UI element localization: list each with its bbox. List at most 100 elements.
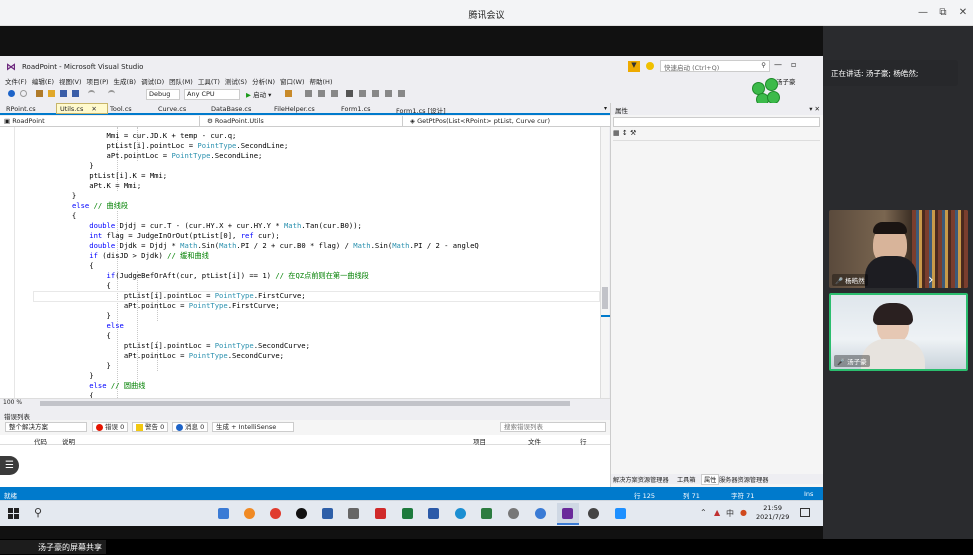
visual-studio-icon[interactable] [562,508,573,519]
redo-icon[interactable] [108,90,115,97]
word-icon[interactable] [428,508,439,519]
code-line[interactable]: ptList[i].pointLoc = PointType.SecondLin… [20,141,289,151]
code-line[interactable]: else // 圆曲线 [20,381,145,391]
undo-icon[interactable] [88,90,95,97]
editor-vertical-scrollbar[interactable] [600,127,610,398]
code-line[interactable]: Mmi = cur.JD.K + temp - cur.q; [20,131,237,141]
code-line[interactable]: else [20,321,124,331]
code-line[interactable]: { [20,391,93,398]
member-nav-select[interactable]: ◈ GetPtPos(List<RPoint> ptList, Curve cu… [406,116,610,126]
save-icon[interactable] [60,90,67,97]
vs-minimize-icon[interactable]: — [774,60,782,69]
class-nav-select[interactable]: ⚙ RoadPoint.Utils [203,116,403,126]
tray-antivirus-icon[interactable]: ● [740,508,747,517]
taskbar-app-icon[interactable] [322,508,333,519]
code-line[interactable]: double Djdj = cur.T - (cur.HY.X + cur.HY… [20,221,362,231]
code-line[interactable]: { [20,261,93,271]
code-line[interactable]: aPt.pointLoc = PointType.SecondLine; [20,151,263,161]
chevron-right-icon[interactable]: › [928,272,934,288]
search-icon[interactable]: ⚲ [34,506,42,519]
toolbar-icon-a[interactable] [305,90,312,97]
back-icon[interactable] [8,90,15,97]
menu-edit[interactable]: 编辑(E) [32,76,54,86]
menu-test[interactable]: 测试(S) [225,76,247,86]
errors-filter-button[interactable]: 错误 0 [92,422,129,432]
code-line[interactable]: int flag = JudgeInOrOut(ptList[0], ref c… [20,231,279,241]
taskbar-app-icon[interactable] [508,508,519,519]
meeting-menu-icon[interactable]: ☰ [0,456,19,475]
menu-project[interactable]: 项目(P) [87,76,109,86]
menu-view[interactable]: 视图(V) [59,76,82,86]
code-line[interactable]: } [20,191,76,201]
tab-toolbox[interactable]: 工具箱 [677,475,696,484]
menu-tools[interactable]: 工具(T) [198,76,220,86]
tab-tool[interactable]: Tool.cs [107,104,135,114]
code-line[interactable]: } [20,311,111,321]
new-project-icon[interactable] [36,90,43,97]
toolbar-icon-e[interactable] [372,90,379,97]
edge-icon[interactable] [455,508,466,519]
notification-icon[interactable] [646,62,654,70]
system-clock[interactable]: 21:59 2021/7/29 [756,504,789,522]
tab-utils[interactable]: Utils.cs ✕ [56,103,108,114]
code-line[interactable]: if (disJD > Djdk) // 缓和曲线 [20,251,209,261]
restore-icon[interactable]: ⧉ [937,7,949,18]
alphabetical-icon[interactable]: ↕ [622,129,628,137]
forward-icon[interactable] [20,90,27,97]
code-editor[interactable]: Mmi = cur.JD.K + temp - cur.q; ptList[i]… [0,127,600,398]
close-icon[interactable]: ✕ [957,7,969,18]
toolbar-icon-d[interactable] [359,90,366,97]
quick-launch-input[interactable]: 快速启动 (Ctrl+Q) ⚲ [660,60,770,72]
toolbar-icon-c[interactable] [331,90,338,97]
menu-window[interactable]: 窗口(W) [280,76,305,86]
zoom-level[interactable]: 100 % [3,399,22,406]
save-all-icon[interactable] [72,90,79,97]
close-tab-icon[interactable]: ✕ [91,105,96,113]
warnings-filter-button[interactable]: 警告 0 [132,422,169,432]
minimize-icon[interactable]: — [917,7,929,18]
notification-center-icon[interactable] [800,508,810,517]
code-line[interactable]: { [20,211,76,221]
filter-icon[interactable]: ▼ [628,61,640,72]
properties-object-select[interactable] [613,117,820,127]
menu-file[interactable]: 文件(F) [5,76,27,86]
toolbar-icon-b[interactable] [318,90,325,97]
taskbar-app-icon[interactable] [535,508,546,519]
code-line[interactable]: { [20,281,111,291]
wrench-icon[interactable]: ⚒ [630,129,636,137]
solution-config-select[interactable]: Debug [146,89,180,100]
taskbar-search-app-icon[interactable] [244,508,255,519]
code-line[interactable]: if(JudgeBefOrAft(cur, ptList[i]) == 1) /… [20,271,369,281]
taskbar-app-icon[interactable] [588,508,599,519]
toolbar-icon-g[interactable] [398,90,405,97]
horizontal-scroll-thumb[interactable] [40,401,570,406]
messages-filter-button[interactable]: 消息 0 [172,422,209,432]
tab-form1-designer[interactable]: Form1.cs [设计] [393,104,449,116]
video-tile-participant-1[interactable]: 🎤 杨皓然 [829,210,968,288]
menu-team[interactable]: 团队(M) [169,76,193,86]
tab-server-explorer[interactable]: 服务器资源管理器 [719,475,769,484]
tab-curve[interactable]: Curve.cs [155,104,189,114]
toolbar-icon-f[interactable] [385,90,392,97]
menu-build[interactable]: 生成(B) [114,76,137,86]
tab-database[interactable]: DataBase.cs [208,104,254,114]
code-line[interactable]: else // 曲线段 [20,201,128,211]
menu-help[interactable]: 帮助(H) [310,76,333,86]
code-line[interactable]: { [20,331,111,341]
taskbar-app-icon[interactable] [218,508,229,519]
code-line[interactable]: aPt.K = Mmi; [20,181,141,191]
windows-start-icon[interactable] [8,508,19,519]
code-line[interactable]: ptList[i].pointLoc = PointType.FirstCurv… [20,291,306,301]
taskbar-app-icon[interactable] [348,508,359,519]
code-line[interactable]: double Djdk = Djdj * Math.Sin(Math.PI / … [20,241,479,251]
tray-app-icon[interactable]: ▲ [714,508,720,517]
start-debugging-button[interactable]: ▶ 启动 ▾ [246,89,271,99]
pin-icon[interactable]: ▾ ✕ [809,105,820,113]
categorized-icon[interactable]: ▦ [613,129,620,137]
open-icon[interactable] [48,90,55,97]
tab-form1[interactable]: Form1.cs [338,104,374,114]
excel-icon[interactable] [402,508,413,519]
code-line[interactable]: } [20,371,93,381]
tab-solution-explorer[interactable]: 解决方案资源管理器 [613,475,669,484]
taskbar-app-icon[interactable] [481,508,492,519]
